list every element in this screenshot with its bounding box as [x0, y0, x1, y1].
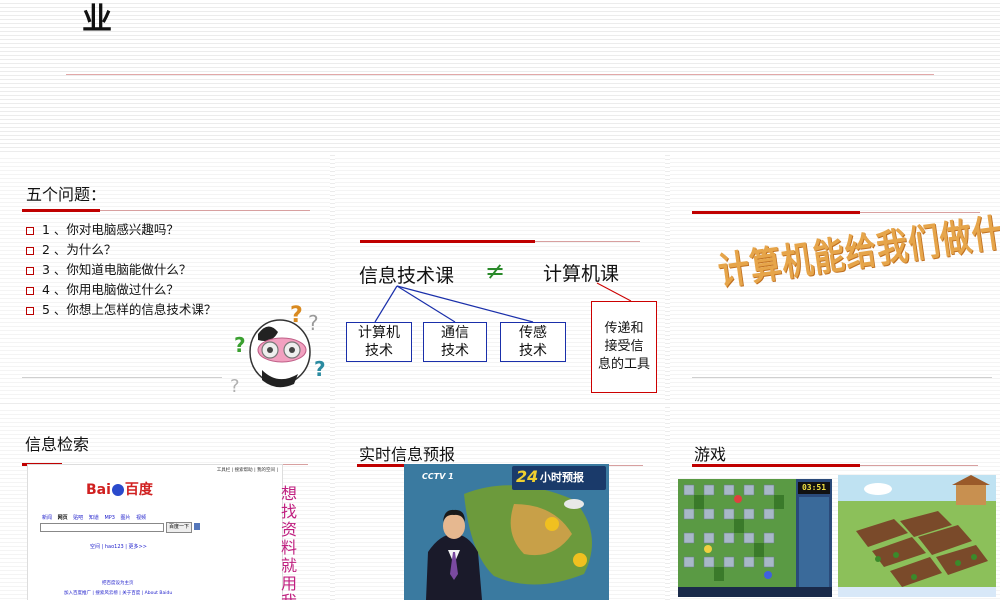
divider — [22, 377, 222, 378]
red-accent-bar — [22, 209, 100, 212]
list-item: 2 、为什么？ — [26, 240, 216, 260]
svg-text:?: ? — [230, 376, 240, 397]
question-list: 1 、你对电脑感兴趣吗？ 2 、为什么？ 3 、你知道电脑能做什么？ 4 、你用… — [26, 220, 216, 320]
game-grid-graphic — [678, 479, 832, 597]
title-underline — [66, 74, 934, 75]
bomberman-game-screenshot: 03:51 — [678, 479, 832, 597]
divider — [692, 377, 992, 378]
red-accent-bar — [692, 211, 860, 214]
baidu-search-input[interactable] — [40, 523, 164, 532]
sensor-tech-box: 传感 技术 — [500, 322, 566, 362]
communication-tech-box: 通信 技术 — [423, 322, 487, 362]
slide-info-tech-diagram[interactable]: 信息技术课 ≠ 计算机课 计算机 技术 通信 技术 传感 技术 传递和 接受信 息的工具 — [335, 155, 665, 400]
baidu-screenshot: 工具栏 | 搜索帮助 | 我的空间 | Bai 百度 新闻 网页 贴吧 知道 MP… — [27, 464, 283, 600]
divider — [100, 210, 310, 211]
red-accent-bar — [692, 464, 860, 467]
baidu-mid-links: 空间 | hao123 | 更多>> — [90, 544, 147, 550]
slide-title: 实时信息预报 — [359, 445, 456, 464]
list-item: 4 、你用电脑做过什么？ — [26, 280, 216, 300]
square-bullet-icon — [26, 266, 34, 275]
cartoon-cow-icon: ? ? ? ? ? — [230, 303, 326, 397]
svg-text:?: ? — [314, 357, 326, 381]
slide-five-questions[interactable]: 五个问题： 1 、你对电脑感兴趣吗？ 2 、为什么？ 3 、你知道电脑能做什么？… — [0, 155, 330, 400]
list-item: 3 、你知道电脑能做什么？ — [26, 260, 216, 280]
keyboard-icon — [194, 523, 200, 530]
square-bullet-icon — [26, 286, 34, 295]
slide-title: 信息检索 — [25, 435, 90, 454]
square-bullet-icon — [26, 246, 34, 255]
computer-tech-box: 计算机 技术 — [346, 322, 412, 362]
baidu-home-link: 把百度设为主页 — [102, 581, 134, 586]
cctv-logo: CCTV 1 — [422, 472, 454, 481]
slide-live-forecast[interactable]: 实时信息预报 CCTV 1 24 小时预报 — [335, 407, 665, 600]
info-tool-box: 传递和 接受信 息的工具 — [591, 301, 657, 393]
game-timer: 03:51 — [798, 482, 830, 494]
baidu-nav: 新闻 网页 贴吧 知道 MP3 图片 视频 — [42, 515, 147, 521]
slide-games[interactable]: 游戏 03:51 — [670, 407, 1000, 600]
farm-field-graphic — [838, 475, 996, 597]
slide-info-search[interactable]: 信息检索 工具栏 | 搜索帮助 | 我的空间 | Bai 百度 新闻 网页 贴吧 … — [0, 407, 330, 600]
svg-text:?: ? — [234, 333, 246, 357]
square-bullet-icon — [26, 226, 34, 235]
paw-icon — [111, 484, 124, 496]
baidu-footer-links: 加入百度推广 | 搜索风云榜 | 关于百度 | About Baidu — [64, 591, 173, 596]
baidu-search-button[interactable]: 百度一下 — [166, 522, 192, 533]
baidu-top-links: 工具栏 | 搜索帮助 | 我的空间 | — [216, 468, 278, 473]
forecast-badge: 24 小时预报 — [512, 466, 606, 490]
wordart-question: 计算机能给我们做什么？ — [715, 201, 1000, 294]
slide-title: 五个问题： — [26, 185, 107, 204]
page-title-fragment: 业 — [82, 2, 112, 37]
weather-broadcast-image: CCTV 1 24 小时预报 — [404, 464, 609, 600]
svg-text:?: ? — [308, 311, 319, 335]
slide-what-can-computers-do[interactable]: 计算机能给我们做什么？ — [670, 155, 1000, 400]
vertical-slogan: 想找资料就用我 — [280, 484, 297, 600]
divider — [860, 465, 978, 466]
list-item: 1 、你对电脑感兴趣吗？ — [26, 220, 216, 240]
list-item: 5 、你想上怎样的信息技术课？ — [26, 300, 216, 320]
farm-game-screenshot — [838, 475, 996, 597]
baidu-logo: Bai 百度 — [86, 482, 153, 498]
slide-title: 游戏 — [694, 445, 727, 464]
square-bullet-icon — [26, 306, 34, 315]
